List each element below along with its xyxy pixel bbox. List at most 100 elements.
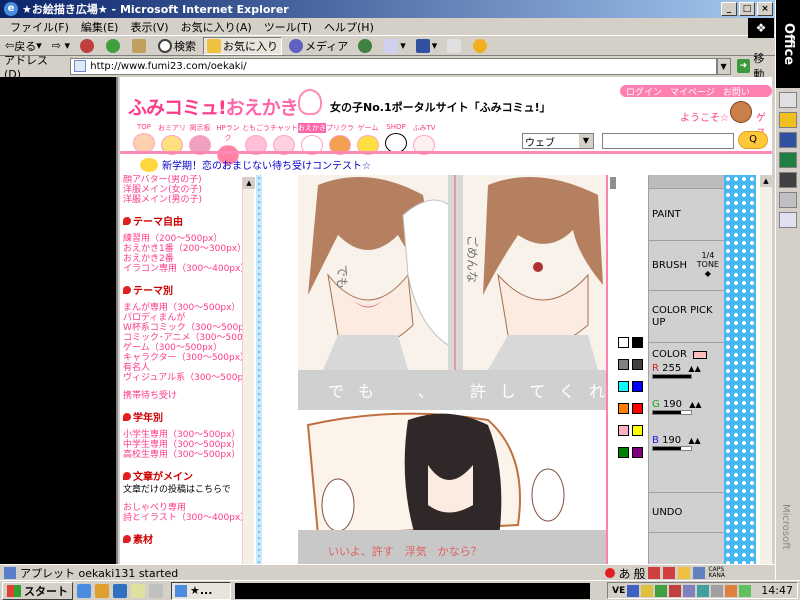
r-stepper-icon[interactable]: ▲▲ — [688, 364, 700, 373]
tray-icon[interactable] — [641, 584, 654, 597]
media-button[interactable]: メディア — [286, 37, 351, 55]
sidebar-link[interactable]: ヴィジュアル系（300〜500px） — [120, 373, 248, 383]
contact-link[interactable]: お問い — [723, 85, 750, 98]
ime-pad-icon[interactable] — [648, 567, 661, 579]
address-dropdown-button[interactable]: ▼ — [716, 57, 731, 75]
color-pickup-tool[interactable]: COLOR PICK UP — [649, 291, 725, 343]
ime-icon[interactable] — [605, 568, 616, 578]
nav-shop[interactable]: SHOP — [382, 123, 410, 165]
access-icon[interactable] — [779, 172, 797, 188]
home-button[interactable] — [129, 37, 151, 55]
sidebar-link[interactable]: 中学生専用（300〜500px） — [120, 440, 248, 450]
b-slider[interactable] — [652, 446, 692, 451]
maximize-button[interactable]: □ — [739, 2, 755, 16]
ie-quicklaunch-icon[interactable] — [77, 583, 91, 598]
tray-icon[interactable] — [739, 584, 752, 597]
excel-icon[interactable] — [779, 152, 797, 168]
ime-mode[interactable]: 般 — [633, 565, 645, 582]
site-search-input[interactable] — [602, 133, 734, 149]
color-swatch-blue[interactable] — [632, 381, 643, 392]
r-slider[interactable] — [652, 374, 692, 379]
menu-tools[interactable]: ツール(T) — [258, 19, 318, 35]
tray-icon[interactable] — [725, 584, 738, 597]
sidebar-link[interactable]: 有名人 — [120, 363, 248, 373]
address-input[interactable]: http://www.fumi23.com/oekaki/ — [70, 57, 717, 75]
sidebar-link[interactable]: 洋服メイン(女の子) — [120, 185, 248, 195]
ime-dict-icon[interactable] — [678, 567, 691, 579]
sidebar-link[interactable]: 顔アバター(男の子) — [120, 175, 248, 185]
outlook-icon[interactable] — [779, 192, 797, 208]
sidebar-link[interactable]: ゲーム（300〜500px） — [120, 343, 248, 353]
sidebar-link[interactable]: おえかき1番（200〜300px） — [120, 244, 248, 254]
login-link[interactable]: ログイン — [626, 85, 662, 98]
mail-button[interactable]: ▾ — [381, 37, 409, 55]
sidebar-link[interactable]: パロディまんが — [120, 313, 248, 323]
g-stepper-icon[interactable]: ▲▲ — [689, 400, 701, 409]
mypage-link[interactable]: マイページ — [670, 85, 715, 98]
sidebar-link[interactable]: コミック･アニメ（300〜500px） — [120, 333, 248, 343]
favorites-button[interactable]: お気に入り — [203, 36, 282, 55]
sidebar-link[interactable]: まんが専用（300〜500px） — [120, 303, 248, 313]
taskbar-window-button[interactable]: ★... — [171, 581, 231, 600]
word-icon[interactable] — [779, 132, 797, 148]
color-swatch-green[interactable] — [618, 447, 629, 458]
color-swatch-darkgray[interactable] — [632, 359, 643, 370]
ime-tool-icon[interactable] — [663, 567, 676, 579]
outlook-quicklaunch-icon[interactable] — [113, 583, 127, 598]
volume-icon[interactable] — [711, 584, 724, 597]
notes-icon[interactable] — [779, 212, 797, 228]
menu-view[interactable]: 表示(V) — [124, 19, 174, 35]
sidebar-link[interactable]: 携帯待ち受け — [120, 391, 248, 401]
g-slider[interactable] — [652, 410, 692, 415]
sidebar-link[interactable]: 洋服メイン(男の子) — [120, 195, 248, 205]
sidebar-link[interactable]: 小学生専用（300〜500px） — [120, 430, 248, 440]
scroll-up-icon[interactable]: ▲ — [243, 177, 255, 189]
sidebar-link[interactable]: おしゃべり専用 — [120, 503, 248, 513]
brush-tool[interactable]: BRUSH 1/4 TONE ◆ — [649, 241, 725, 291]
search-type-select[interactable]: ウェブ ▼ — [522, 133, 594, 149]
b-stepper-icon[interactable]: ▲▲ — [688, 436, 700, 445]
minimize-button[interactable]: _ — [721, 2, 737, 16]
folder-icon[interactable] — [779, 112, 797, 128]
sidebar-scrollbar[interactable]: ▲ — [242, 177, 255, 564]
explorer-quicklaunch-icon[interactable] — [95, 583, 109, 598]
paint-tool[interactable]: PAINT — [649, 189, 725, 241]
color-swatch-gray[interactable] — [618, 359, 629, 370]
tray-icon[interactable] — [683, 584, 696, 597]
sidebar-link[interactable]: 高校生専用（300〜500px） — [120, 450, 248, 460]
undo-button[interactable]: UNDO — [649, 493, 725, 533]
sidebar-link[interactable]: 練習用（200〜500px） — [120, 234, 248, 244]
color-swatch-black[interactable] — [632, 337, 643, 348]
sidebar-link[interactable]: イラコン専用（300〜400px） — [120, 264, 248, 274]
color-swatch-purple[interactable] — [632, 447, 643, 458]
page-scrollbar[interactable]: ▲ — [760, 175, 772, 564]
news-link[interactable]: 新学期！恋のおまじない待ち受けコンテスト☆ — [162, 157, 371, 172]
color-swatch-red[interactable] — [632, 403, 643, 414]
sidebar-link[interactable]: おえかき2番 — [120, 254, 248, 264]
ime-help-icon[interactable] — [693, 567, 706, 579]
menu-edit[interactable]: 編集(E) — [75, 19, 125, 35]
stop-button[interactable] — [77, 37, 99, 55]
search-button[interactable]: 検索 — [155, 37, 199, 55]
tray-icon[interactable] — [655, 584, 668, 597]
office-app-icon[interactable] — [779, 92, 797, 108]
messenger-button[interactable] — [470, 37, 492, 55]
desktop-quicklaunch-icon[interactable] — [149, 583, 163, 598]
ime-tray-icon[interactable]: VE — [612, 586, 625, 596]
avatar[interactable] — [730, 101, 752, 123]
scroll-up-icon[interactable]: ▲ — [760, 175, 772, 187]
nav-fumitv[interactable]: ふみTV — [410, 123, 438, 165]
color-swatch-orange[interactable] — [618, 403, 629, 414]
menu-file[interactable]: ファイル(F) — [4, 19, 75, 35]
color-swatch-white[interactable] — [618, 337, 629, 348]
site-search-button[interactable]: Q — [738, 131, 768, 149]
history-button[interactable] — [355, 37, 377, 55]
sidebar-link[interactable]: 詩とイラスト（300〜400px） — [120, 513, 248, 523]
close-button[interactable]: × — [757, 2, 773, 16]
media-quicklaunch-icon[interactable] — [131, 583, 145, 598]
color-swatch-yellow[interactable] — [632, 425, 643, 436]
color-swatch-pink[interactable] — [618, 425, 629, 436]
sidebar-link[interactable]: キャラクター（300〜500px） — [120, 353, 248, 363]
color-swatch-cyan[interactable] — [618, 381, 629, 392]
drawing-canvas[interactable]: でも ごめんな でも 、 許してくれ いいよ、許す 浮気 かなら？ — [298, 175, 608, 564]
